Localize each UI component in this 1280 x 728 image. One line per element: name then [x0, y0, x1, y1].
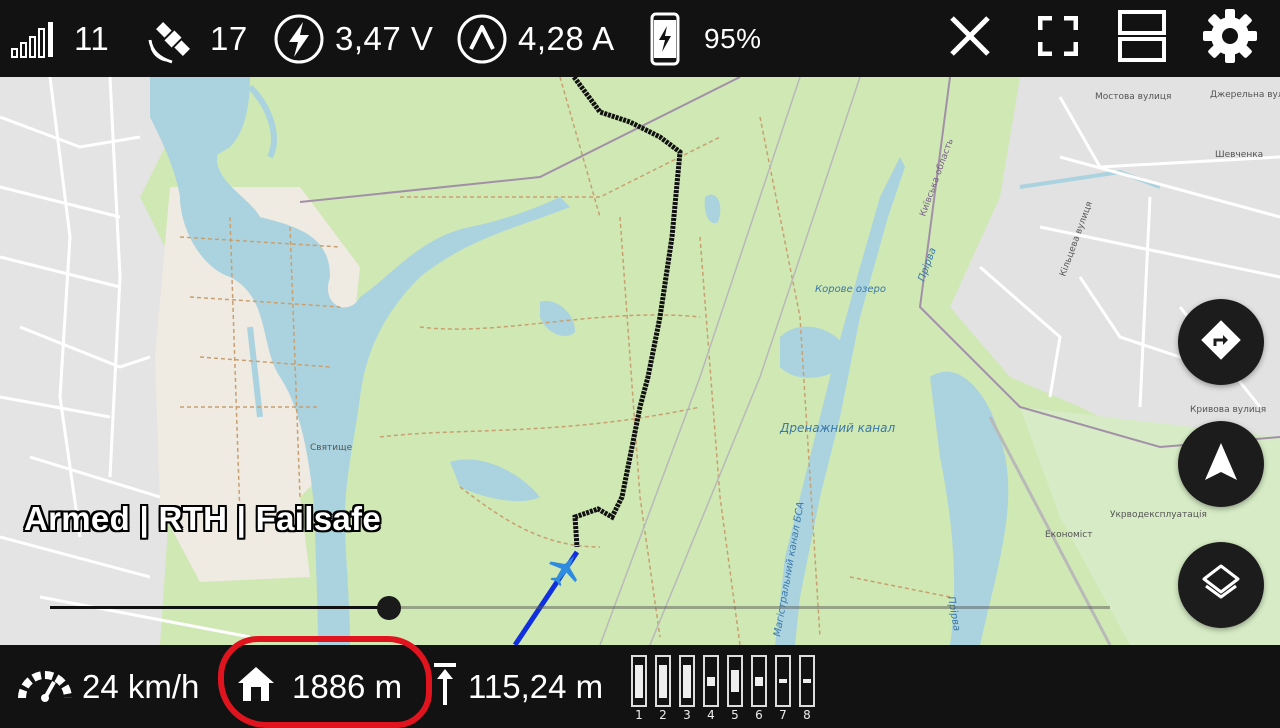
village-label: Святище: [310, 443, 353, 453]
close-button[interactable]: [938, 0, 1002, 77]
altitude-indicator: 115,24 m: [432, 645, 603, 728]
company-label: Укрводексплуатація: [1110, 510, 1207, 520]
rc-channel-bar: [799, 655, 815, 707]
lightning-icon: [273, 13, 325, 65]
rc-channel-level: [635, 664, 643, 698]
altitude-icon: [432, 661, 458, 712]
rc-channel-bar: [727, 655, 743, 707]
top-status-bar: 11 17 3,47 V 4,28 A 95%: [0, 0, 1280, 77]
speed-indicator: 24 km/h: [18, 645, 199, 728]
rc-channel-7: 7: [774, 655, 792, 722]
home-distance-indicator: 1886 m: [236, 645, 402, 728]
navigation-button[interactable]: [1178, 421, 1264, 507]
rc-channel-label: 1: [635, 708, 643, 722]
gear-icon: [1201, 7, 1259, 70]
rc-channel-level: [707, 676, 715, 686]
slider-track-done: [50, 606, 389, 609]
current-value: 4,28 A: [518, 19, 615, 57]
rc-channel-1: 1: [630, 655, 648, 722]
rc-channel-label: 3: [683, 708, 691, 722]
rc-channel-level: [683, 664, 691, 698]
slider-track-remaining: [389, 606, 1110, 609]
split-view-button[interactable]: [1110, 0, 1174, 77]
home-distance-value: 1886 m: [292, 667, 403, 705]
map-view[interactable]: Корове озеро Дренажний канал Прірва Прір…: [0, 77, 1280, 645]
fullscreen-icon: [1037, 15, 1079, 61]
route-button[interactable]: [1178, 299, 1264, 385]
layers-icon: [1199, 561, 1243, 610]
satellites-value: 17: [210, 19, 248, 57]
phone-battery-icon: [650, 12, 680, 66]
playback-slider[interactable]: [50, 596, 1110, 620]
street-label-4: Кривова вулиця: [1190, 405, 1266, 415]
rc-channel-bar: [775, 655, 791, 707]
voltage-value: 3,47 V: [335, 19, 434, 57]
phone-battery-indicator: 95%: [650, 0, 762, 77]
rc-channel-label: 6: [755, 708, 763, 722]
rc-channel-label: 2: [659, 708, 667, 722]
rc-channel-level: [659, 664, 667, 698]
current-amp-icon: [456, 13, 508, 65]
altitude-value: 115,24 m: [468, 667, 604, 705]
rc-channel-bar: [655, 655, 671, 707]
rc-channel-bar: [679, 655, 695, 707]
rc-channel-4: 4: [702, 655, 720, 722]
signal-value: 11: [74, 19, 110, 57]
home-icon: [236, 665, 276, 708]
slider-thumb[interactable]: [377, 596, 401, 620]
phone-battery-value: 95%: [704, 22, 762, 54]
speedometer-icon: [18, 664, 72, 709]
layers-button[interactable]: [1178, 542, 1264, 628]
signal-indicator: 11: [10, 0, 109, 77]
canal-label: Дренажний канал: [779, 421, 895, 435]
rc-channel-label: 4: [707, 708, 715, 722]
street-label-5: Джерельна вулиця: [1210, 90, 1280, 100]
rc-channel-level: [755, 676, 763, 686]
rc-channel-2: 2: [654, 655, 672, 722]
rc-channel-label: 5: [731, 708, 739, 722]
rc-channel-8: 8: [798, 655, 816, 722]
current-indicator: 4,28 A: [456, 0, 615, 77]
speed-value: 24 km/h: [82, 667, 200, 705]
rc-channel-6: 6: [750, 655, 768, 722]
rc-channel-bar: [631, 655, 647, 707]
flight-status-text: Armed | RTH | Failsafe: [24, 500, 381, 537]
route-icon: [1199, 318, 1243, 367]
rc-channel-level: [803, 679, 811, 683]
rc-channel-bar: [703, 655, 719, 707]
satellites-indicator: 17: [146, 0, 248, 77]
rc-channel-level: [731, 670, 739, 692]
street-label-1: Мостова вулиця: [1095, 92, 1171, 102]
rc-channels: 1 2 3 4 5 6 7 8: [630, 655, 816, 722]
rc-channel-bar: [751, 655, 767, 707]
street-label-2: Шевченка: [1215, 150, 1263, 160]
split-view-icon: [1117, 9, 1167, 68]
signal-bars-icon: [10, 19, 54, 59]
rc-channel-3: 3: [678, 655, 696, 722]
close-icon: [948, 14, 992, 63]
voltage-indicator: 3,47 V: [273, 0, 433, 77]
rc-channel-level: [779, 679, 787, 683]
navigation-arrow-icon: [1201, 440, 1241, 489]
rc-channel-label: 7: [779, 708, 787, 722]
satellite-icon: [146, 12, 200, 66]
eco-label: Економіст: [1045, 530, 1093, 540]
settings-button[interactable]: [1198, 0, 1262, 77]
rc-channel-5: 5: [726, 655, 744, 722]
rc-channel-label: 8: [803, 708, 811, 722]
fullscreen-button[interactable]: [1026, 0, 1090, 77]
lake-label: Корове озеро: [815, 284, 886, 295]
